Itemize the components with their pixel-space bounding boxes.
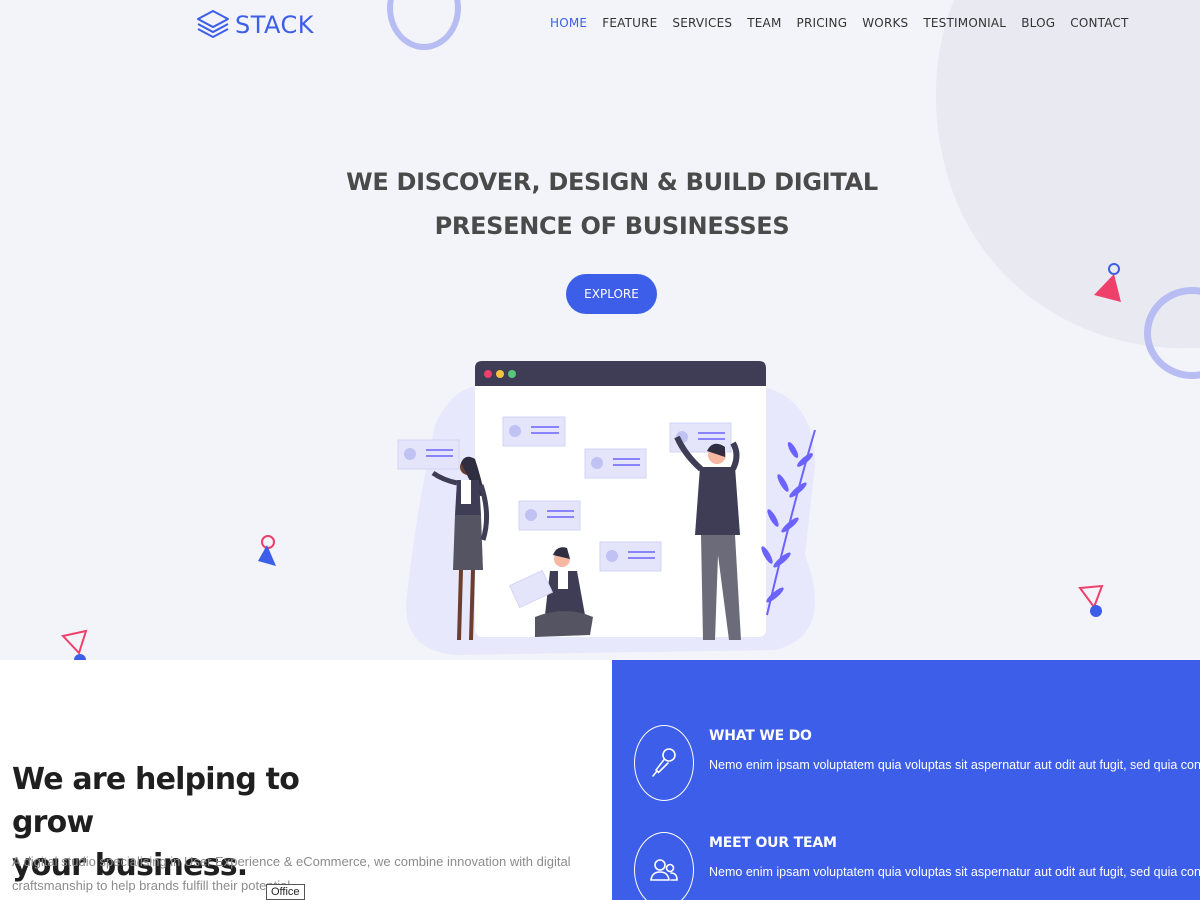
hero-title-line2: PRESENCE OF BUSINESSES	[434, 212, 790, 240]
about-description: A digital studio specialising in User Ex…	[12, 854, 571, 893]
hero-title-line1: WE DISCOVER, DESIGN & BUILD DIGITAL	[346, 168, 878, 196]
triangle-pin-decoration	[1094, 263, 1121, 302]
hero-title: WE DISCOVER, DESIGN & BUILD DIGITAL PRES…	[300, 160, 924, 248]
feature-icon-circle	[634, 725, 694, 801]
feature-icon-circle	[634, 832, 694, 900]
brand-logo[interactable]: STACK	[195, 8, 314, 42]
nav-team[interactable]: TEAM	[747, 16, 781, 30]
feature-description: Nemo enim ipsam voluptatem quia voluptas…	[709, 865, 1200, 879]
feature-title: MEET OUR TEAM	[709, 835, 837, 851]
stacked-layers-icon	[197, 10, 229, 38]
hero-illustration	[397, 361, 816, 655]
nav-home[interactable]: HOME	[550, 16, 587, 30]
triangle-pin-decoration	[1078, 584, 1104, 617]
nav-works[interactable]: WORKS	[862, 16, 908, 30]
feature-title: WHAT WE DO	[709, 728, 812, 744]
team-icon	[650, 859, 678, 881]
features-section: WHAT WE DO Nemo enim ipsam voluptatem qu…	[612, 660, 1200, 900]
brand-name: STACK	[235, 11, 315, 39]
nav-contact[interactable]: CONTACT	[1070, 16, 1128, 30]
triangle-pin-decoration	[258, 535, 276, 566]
nav-feature[interactable]: FEATURE	[602, 16, 657, 30]
main-nav: HOME FEATURE SERVICES TEAM PRICING WORKS…	[550, 16, 1129, 30]
nav-testimonial[interactable]: TESTIMONIAL	[923, 16, 1006, 30]
nav-pricing[interactable]: PRICING	[797, 16, 848, 30]
tooltip: Office	[266, 884, 305, 900]
microphone-icon	[652, 748, 676, 777]
decorative-ring	[387, 0, 461, 50]
about-section: We are helping to grow your business. A …	[0, 660, 612, 900]
about-heading-line1: We are helping to grow	[12, 762, 300, 840]
nav-services[interactable]: SERVICES	[672, 16, 732, 30]
nav-blog[interactable]: BLOG	[1021, 16, 1055, 30]
feature-description: Nemo enim ipsam voluptatem quia voluptas…	[709, 758, 1200, 772]
hero-section: STACK HOME FEATURE SERVICES TEAM PRICING…	[0, 0, 1200, 660]
triangle-pin-decoration	[61, 629, 88, 660]
explore-button[interactable]: EXPLORE	[566, 274, 657, 314]
